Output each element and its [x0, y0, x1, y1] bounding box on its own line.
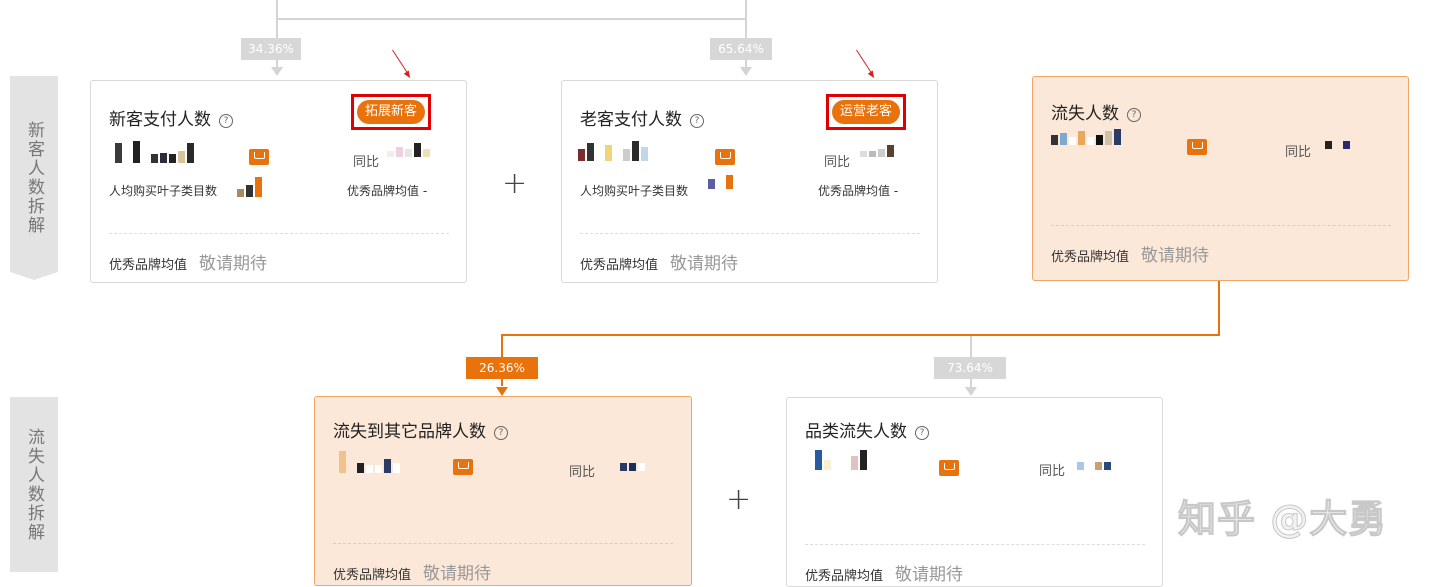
card-old-pay[interactable]: 老客支付人数? 运营老客 同比 人均购买叶子类目数 优秀品牌均值 - 优秀品牌均…	[561, 80, 938, 283]
card-title: 老客支付人数?	[580, 105, 704, 130]
connector-line	[1218, 281, 1220, 336]
connector-line	[745, 0, 747, 20]
masked-value	[578, 141, 648, 161]
watermark: 知乎 @大勇	[1177, 497, 1388, 542]
cart-icon	[715, 149, 735, 165]
divider	[109, 233, 449, 234]
masked-yoy	[611, 463, 645, 471]
card-new-pay[interactable]: 新客支付人数? 拓展新客 同比 人均购买叶子类目数 优秀品牌均值 - 优秀品牌均…	[90, 80, 467, 283]
per-capita-label: 人均购买叶子类目数	[580, 184, 689, 198]
bench-dash: 优秀品牌均值 -	[818, 184, 899, 198]
masked-value	[339, 451, 400, 473]
connector-line	[276, 18, 747, 20]
connector-line	[501, 334, 1220, 336]
masked-yoy	[1325, 141, 1350, 149]
card-title: 新客支付人数?	[109, 105, 233, 130]
yoy-label: 同比	[1039, 464, 1066, 479]
benchmark: 优秀品牌均值 敬请期待	[109, 254, 268, 274]
masked-value	[815, 450, 867, 470]
masked-value	[115, 141, 194, 163]
side-label-churn: 流失人数拆解	[10, 397, 58, 572]
card-category-churn[interactable]: 品类流失人数? 同比 优秀品牌均值 敬请期待	[786, 397, 1163, 587]
masked-yoy	[1077, 462, 1111, 470]
cart-icon	[249, 149, 269, 165]
help-icon[interactable]: ?	[494, 426, 508, 440]
arrow-down-icon	[271, 67, 283, 76]
benchmark: 优秀品牌均值 敬请期待	[805, 565, 964, 585]
help-icon[interactable]: ?	[915, 426, 929, 440]
help-icon[interactable]: ?	[219, 114, 233, 128]
yoy-label: 同比	[824, 155, 851, 170]
expand-new-customer-button[interactable]: 拓展新客	[351, 94, 432, 130]
help-icon[interactable]: ?	[1127, 108, 1141, 122]
plus-sign: +	[502, 166, 528, 201]
annotation-arrow	[856, 49, 873, 74]
percentage-tag-other-brand: 26.36%	[466, 357, 538, 379]
side-label-new-customer: 新客人数拆解	[10, 76, 58, 280]
cart-icon	[1187, 139, 1207, 155]
card-title: 流失人数?	[1051, 99, 1141, 124]
card-title: 流失到其它品牌人数?	[333, 417, 508, 442]
cart-icon	[453, 459, 473, 475]
divider	[1051, 225, 1391, 226]
masked-yoy	[860, 145, 894, 157]
percentage-tag-category: 73.64%	[934, 357, 1006, 379]
divider	[580, 233, 920, 234]
plus-sign: +	[726, 482, 752, 517]
connector-line	[276, 0, 278, 20]
annotation-arrow	[392, 49, 409, 74]
benchmark: 优秀品牌均值 敬请期待	[1051, 246, 1210, 266]
operate-old-customer-button[interactable]: 运营老客	[826, 94, 907, 130]
arrow-down-icon	[740, 67, 752, 76]
cart-icon	[939, 460, 959, 476]
help-icon[interactable]: ?	[690, 114, 704, 128]
percentage-tag-old: 65.64%	[710, 38, 772, 60]
benchmark: 优秀品牌均值 敬请期待	[580, 254, 739, 274]
yoy-label: 同比	[1285, 145, 1312, 160]
divider	[333, 543, 673, 544]
card-churn-other-brand[interactable]: 流失到其它品牌人数? 同比 优秀品牌均值 敬请期待	[314, 396, 692, 586]
masked-value	[1051, 129, 1121, 145]
arrow-down-icon	[496, 387, 508, 396]
masked-value	[708, 175, 733, 189]
bench-dash: 优秀品牌均值 -	[347, 184, 428, 198]
arrow-down-icon	[965, 387, 977, 396]
masked-value	[237, 177, 262, 197]
yoy-label: 同比	[353, 155, 380, 170]
per-capita-label: 人均购买叶子类目数	[109, 184, 218, 198]
percentage-tag-new: 34.36%	[241, 38, 301, 60]
masked-yoy	[387, 143, 430, 157]
yoy-label: 同比	[569, 465, 596, 480]
divider	[805, 544, 1145, 545]
card-churn[interactable]: 流失人数? 同比 优秀品牌均值 敬请期待	[1032, 76, 1409, 281]
card-title: 品类流失人数?	[805, 417, 929, 442]
